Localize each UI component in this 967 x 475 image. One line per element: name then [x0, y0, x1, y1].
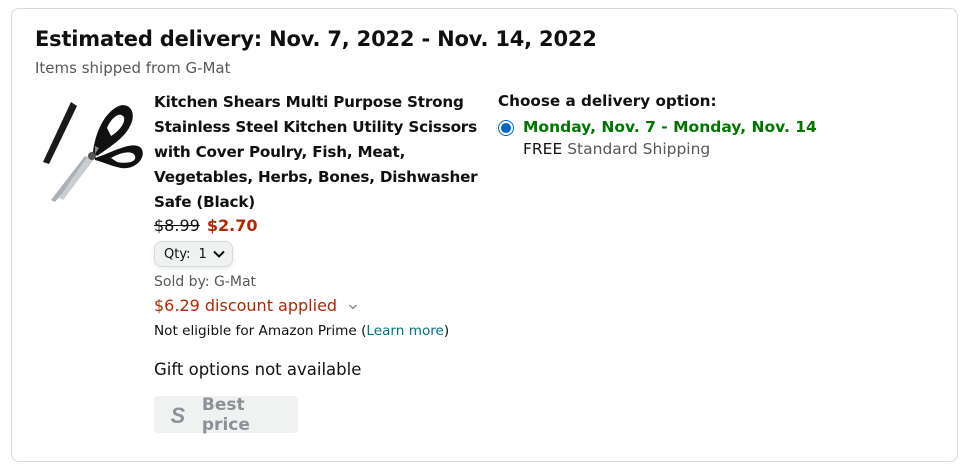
order-card: Estimated delivery: Nov. 7, 2022 - Nov. …: [11, 8, 958, 462]
prime-close-paren: ): [443, 323, 450, 339]
prime-text: Not eligible for Amazon Prime (: [154, 323, 367, 339]
best-price-badge: S Best price: [154, 394, 298, 435]
product-title[interactable]: Kitchen Shears Multi Purpose Strong Stai…: [154, 90, 484, 215]
price-row: $8.99 $2.70: [154, 216, 258, 235]
estimated-delivery-heading: Estimated delivery: Nov. 7, 2022 - Nov. …: [35, 27, 597, 51]
delivery-option-shipping: FREE Standard Shipping: [523, 140, 817, 158]
best-price-label: Best price: [201, 394, 250, 435]
product-image[interactable]: [37, 94, 147, 204]
sold-by-text: Sold by: G-Mat: [154, 274, 257, 290]
chevron-down-icon: [213, 250, 225, 258]
quantity-value: 1: [198, 246, 207, 262]
discount-text: $6.29 discount applied: [154, 296, 338, 315]
shipping-method: Standard Shipping: [567, 140, 711, 158]
quantity-dropdown[interactable]: Qty: 1: [154, 241, 233, 267]
sale-price: $2.70: [206, 216, 258, 235]
shipping-cost: FREE: [523, 140, 563, 158]
chevron-down-icon: [349, 303, 358, 310]
svg-text:S: S: [171, 403, 186, 427]
kitchen-shears-icon: [43, 102, 143, 202]
shopping-s-icon: S: [171, 403, 186, 427]
quantity-label: Qty:: [164, 246, 191, 262]
original-price: $8.99: [154, 216, 200, 235]
gift-options-text: Gift options not available: [154, 360, 362, 379]
delivery-option-radio[interactable]: [498, 120, 514, 136]
learn-more-link[interactable]: Learn more: [366, 323, 444, 339]
shipped-from-text: Items shipped from G-Mat: [35, 59, 231, 77]
discount-applied[interactable]: $6.29 discount applied: [154, 296, 358, 315]
delivery-option-heading: Choose a delivery option:: [498, 92, 717, 110]
delivery-option-date: Monday, Nov. 7 - Monday, Nov. 14: [523, 118, 817, 136]
prime-eligibility: Not eligible for Amazon Prime (Learn mor…: [154, 323, 449, 339]
delivery-option-standard[interactable]: Monday, Nov. 7 - Monday, Nov. 14 FREE St…: [498, 117, 817, 158]
